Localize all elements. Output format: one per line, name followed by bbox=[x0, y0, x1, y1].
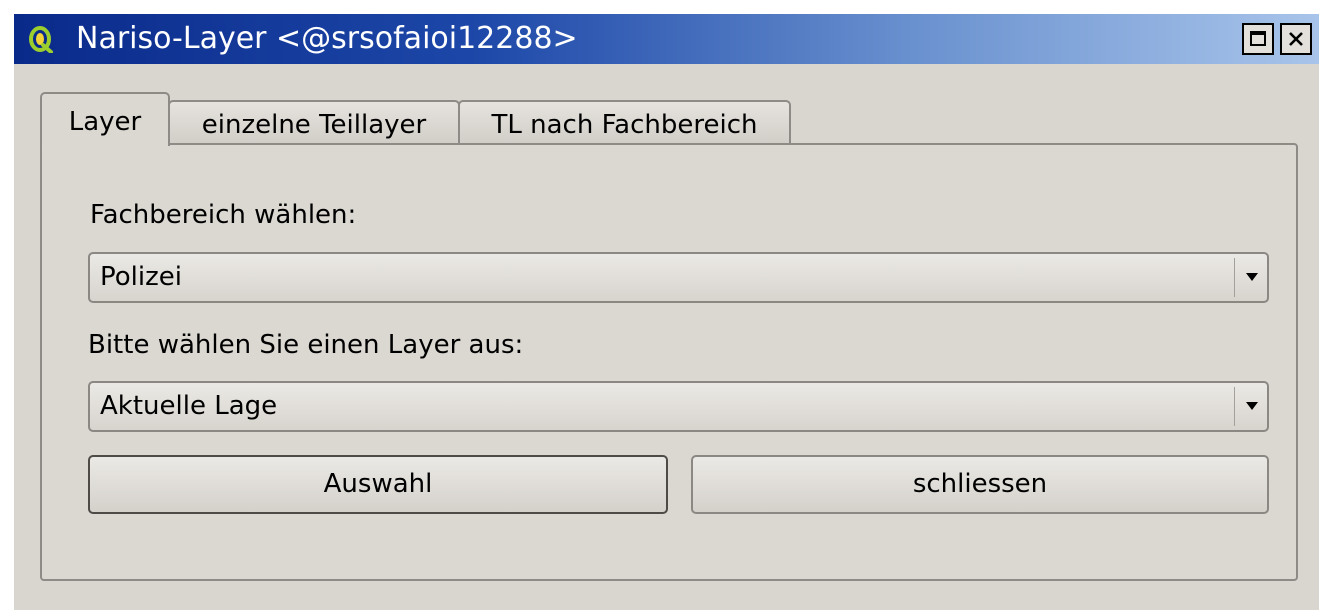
window-title: Nariso-Layer <@srsofaioi12288> bbox=[76, 21, 578, 56]
fachbereich-combobox[interactable]: Polizei bbox=[88, 252, 1269, 303]
maximize-button[interactable] bbox=[1242, 23, 1274, 55]
tab-layer[interactable]: Layer bbox=[40, 92, 170, 149]
combo-divider bbox=[1234, 258, 1235, 297]
layer-label: Bitte wählen Sie einen Layer aus: bbox=[88, 330, 524, 360]
fachbereich-value: Polizei bbox=[100, 262, 182, 292]
tab-tl-nach-fachbereich[interactable]: TL nach Fachbereich bbox=[458, 100, 791, 146]
tab-einzelne-teillayer[interactable]: einzelne Teillayer bbox=[168, 100, 460, 146]
layer-combobox[interactable]: Aktuelle Lage bbox=[88, 381, 1269, 432]
layer-value: Aktuelle Lage bbox=[100, 391, 278, 421]
close-window-button[interactable] bbox=[1280, 23, 1312, 55]
dialog-window: Nariso-Layer <@srsofaioi12288> Layer ein… bbox=[14, 14, 1319, 610]
fachbereich-label: Fachbereich wählen: bbox=[90, 200, 357, 230]
combo-divider bbox=[1234, 387, 1235, 426]
title-bar[interactable]: Nariso-Layer <@srsofaioi12288> bbox=[14, 14, 1319, 64]
schliessen-button[interactable]: schliessen bbox=[691, 455, 1269, 514]
chevron-down-icon bbox=[1246, 273, 1258, 281]
auswahl-button[interactable]: Auswahl bbox=[88, 455, 668, 514]
qgis-logo-icon bbox=[28, 25, 54, 54]
chevron-down-icon bbox=[1246, 402, 1258, 410]
